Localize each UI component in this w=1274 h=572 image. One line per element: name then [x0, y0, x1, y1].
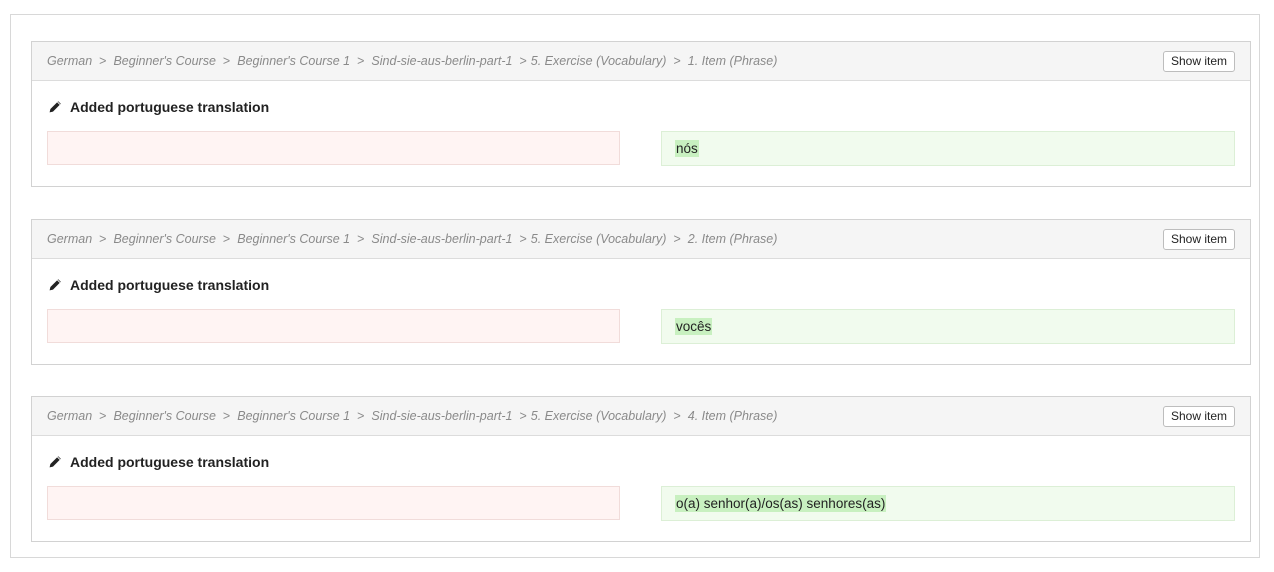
breadcrumb-item[interactable]: German: [47, 409, 92, 423]
breadcrumb-item[interactable]: 2. Item (Phrase): [688, 232, 778, 246]
breadcrumb-item[interactable]: Beginner's Course: [113, 232, 215, 246]
breadcrumb-separator: >: [222, 54, 231, 68]
old-value-field: [47, 486, 620, 520]
breadcrumb-separator: >: [357, 232, 365, 246]
new-value: o(a) senhor(a)/os(as) senhores(as): [675, 495, 887, 512]
breadcrumb-separator: >: [357, 409, 365, 423]
breadcrumb-item[interactable]: Beginner's Course: [113, 409, 215, 423]
breadcrumb-separator: >: [673, 54, 681, 68]
card-body: Added portuguese translation o(a) senhor…: [32, 436, 1250, 542]
breadcrumb-item[interactable]: 5. Exercise (Vocabulary): [531, 232, 667, 246]
old-value-field: [47, 309, 620, 343]
breadcrumb-separator: >: [222, 232, 231, 246]
breadcrumb-separator: >: [357, 54, 365, 68]
breadcrumb-item[interactable]: German: [47, 232, 92, 246]
change-card: German > Beginner's Course > Beginner's …: [31, 41, 1251, 187]
show-item-button[interactable]: Show item: [1162, 51, 1235, 72]
pencil-icon: [49, 279, 61, 291]
card-header: German > Beginner's Course > Beginner's …: [32, 42, 1250, 81]
pencil-icon: [49, 456, 61, 468]
show-item-button[interactable]: Show item: [1162, 229, 1235, 250]
breadcrumb-item[interactable]: 5. Exercise (Vocabulary): [531, 54, 667, 68]
breadcrumb: German > Beginner's Course > Beginner's …: [47, 232, 777, 246]
breadcrumb-separator: >: [519, 232, 527, 246]
breadcrumb-item[interactable]: Beginner's Course 1: [237, 409, 350, 423]
breadcrumb-item[interactable]: 5. Exercise (Vocabulary): [531, 409, 667, 423]
new-value-field: nós: [661, 131, 1235, 166]
new-value-field: vocês: [661, 309, 1235, 344]
breadcrumb-separator: >: [222, 409, 231, 423]
change-card: German > Beginner's Course > Beginner's …: [31, 396, 1251, 542]
breadcrumb-separator: >: [99, 54, 107, 68]
breadcrumb-item[interactable]: Beginner's Course 1: [237, 54, 350, 68]
new-value: nós: [675, 140, 699, 157]
new-value: vocês: [675, 318, 713, 335]
show-item-button[interactable]: Show item: [1162, 406, 1235, 427]
breadcrumb-separator: >: [519, 409, 527, 423]
breadcrumb-item[interactable]: Sind-sie-aus-berlin-part-1: [371, 54, 512, 68]
breadcrumb-item[interactable]: Sind-sie-aus-berlin-part-1: [371, 232, 512, 246]
breadcrumb-item[interactable]: 1. Item (Phrase): [688, 54, 778, 68]
new-value-field: o(a) senhor(a)/os(as) senhores(as): [661, 486, 1235, 521]
card-header: German > Beginner's Course > Beginner's …: [32, 397, 1250, 436]
breadcrumb-separator: >: [99, 409, 107, 423]
card-body: Added portuguese translation nós: [32, 81, 1250, 187]
breadcrumb-item[interactable]: Sind-sie-aus-berlin-part-1: [371, 409, 512, 423]
action-title: Added portuguese translation: [48, 277, 269, 293]
pencil-icon: [49, 101, 61, 113]
breadcrumb-separator: >: [519, 54, 527, 68]
change-log-panel: German > Beginner's Course > Beginner's …: [10, 14, 1260, 558]
breadcrumb-item[interactable]: 4. Item (Phrase): [688, 409, 778, 423]
breadcrumb: German > Beginner's Course > Beginner's …: [47, 54, 777, 68]
action-label: Added portuguese translation: [70, 454, 270, 470]
breadcrumb-separator: >: [99, 232, 107, 246]
breadcrumb: German > Beginner's Course > Beginner's …: [47, 409, 777, 423]
action-label: Added portuguese translation: [70, 99, 270, 115]
card-header: German > Beginner's Course > Beginner's …: [32, 220, 1250, 259]
breadcrumb-separator: >: [673, 232, 681, 246]
breadcrumb-item[interactable]: Beginner's Course 1: [237, 232, 350, 246]
action-title: Added portuguese translation: [48, 99, 269, 115]
action-title: Added portuguese translation: [48, 454, 269, 470]
action-label: Added portuguese translation: [70, 277, 270, 293]
old-value-field: [47, 131, 620, 165]
breadcrumb-separator: >: [673, 409, 681, 423]
breadcrumb-item[interactable]: German: [47, 54, 92, 68]
change-card: German > Beginner's Course > Beginner's …: [31, 219, 1251, 365]
breadcrumb-item[interactable]: Beginner's Course: [113, 54, 215, 68]
card-body: Added portuguese translation vocês: [32, 259, 1250, 365]
